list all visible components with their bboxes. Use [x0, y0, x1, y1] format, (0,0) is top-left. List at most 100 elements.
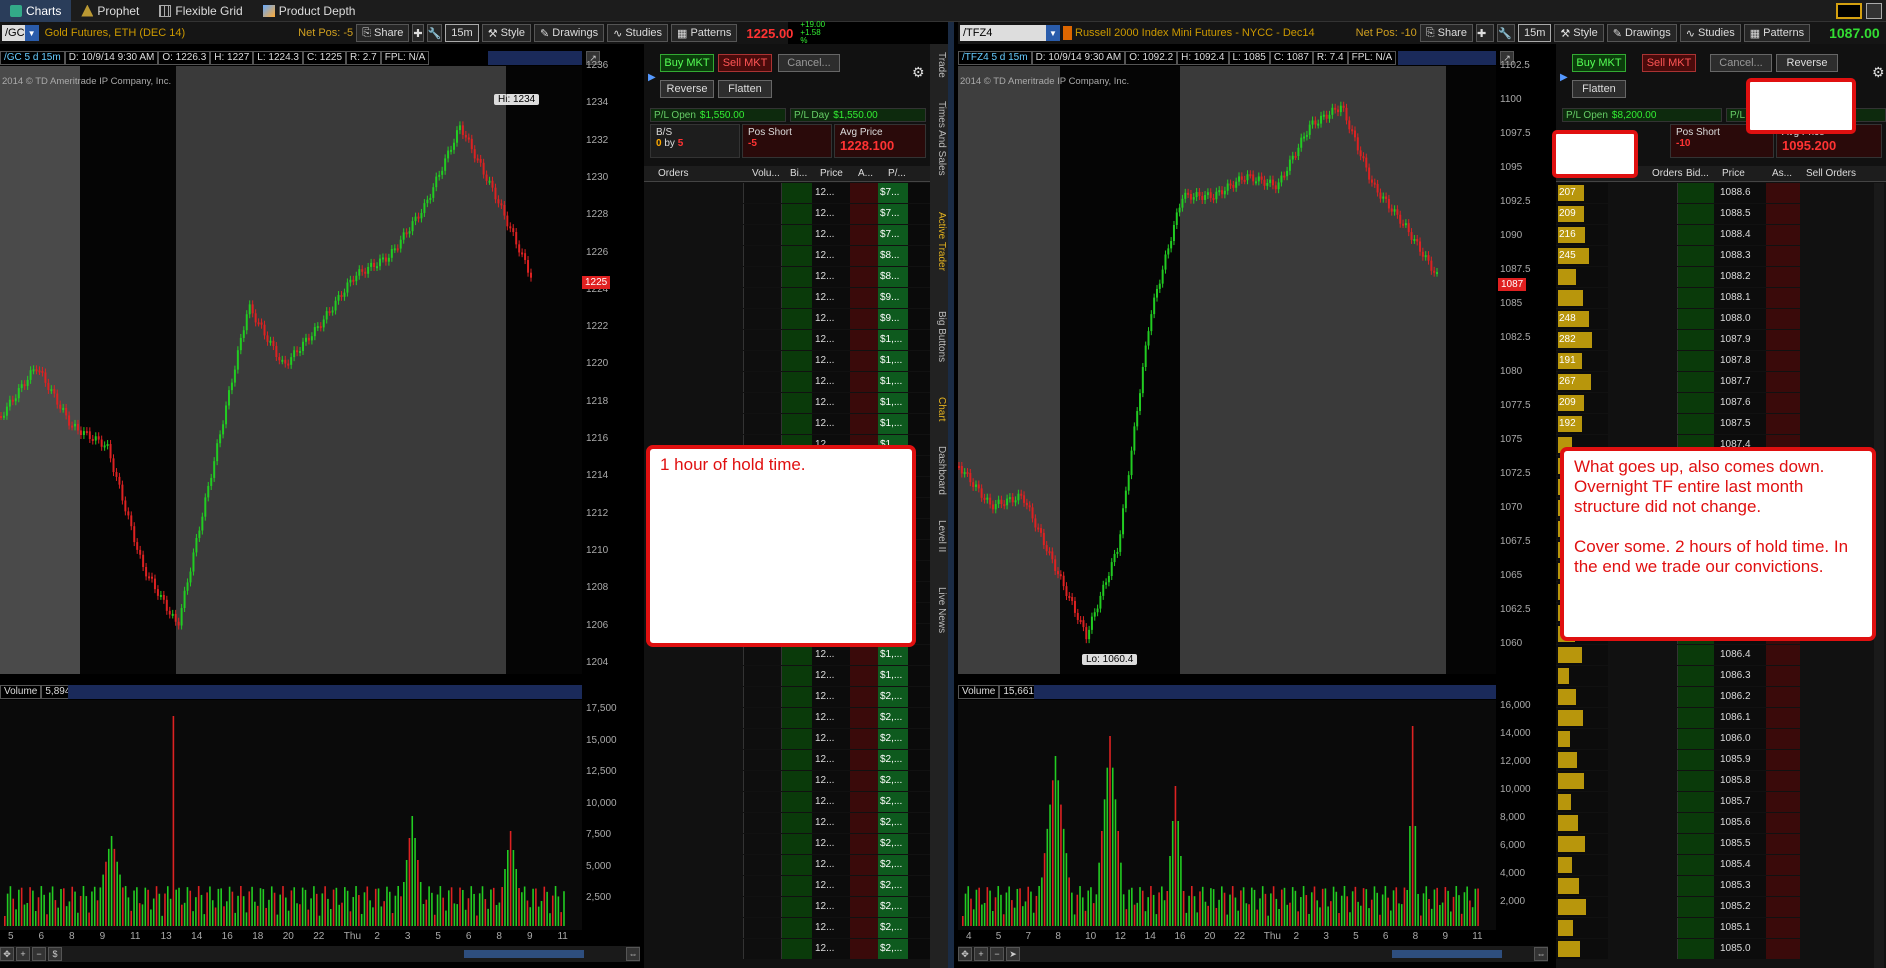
ladder-row[interactable]: 1086.0 — [1556, 729, 1872, 750]
ladder-row[interactable]: 1088.2 — [1556, 267, 1872, 288]
ladder-row[interactable]: 1086.1 — [1556, 708, 1872, 729]
sell-orders-cell[interactable] — [1800, 834, 1872, 854]
ask-cell[interactable] — [850, 204, 878, 224]
ask-cell[interactable] — [1766, 687, 1800, 707]
ask-cell[interactable] — [1766, 267, 1800, 287]
left-interval-button[interactable]: 15m — [445, 24, 479, 42]
right-style-button[interactable]: ⚒ Style — [1554, 24, 1604, 42]
sell-orders-cell[interactable] — [1800, 792, 1872, 812]
ladder-row[interactable]: 12... $2,... — [644, 918, 930, 939]
bid-cell[interactable] — [782, 414, 812, 434]
bid-cell[interactable] — [782, 645, 812, 665]
orders-cell[interactable] — [644, 288, 744, 308]
orders-cell[interactable] — [644, 687, 744, 707]
ladder-row[interactable]: 1085.1 — [1556, 918, 1872, 939]
bid-cell[interactable] — [782, 687, 812, 707]
ladder-row[interactable]: 12... $2,... — [644, 834, 930, 855]
ask-cell[interactable] — [1766, 876, 1800, 896]
ladder-row[interactable]: 1085.8 — [1556, 771, 1872, 792]
sell-orders-cell[interactable] — [1800, 855, 1872, 875]
orders-cell[interactable] — [1608, 204, 1678, 224]
orders-cell[interactable] — [644, 939, 744, 959]
tab-flexible-grid[interactable]: Flexible Grid — [149, 0, 252, 22]
ask-cell[interactable] — [1766, 855, 1800, 875]
buy-market-button[interactable]: Buy MKT — [660, 54, 714, 72]
ask-cell[interactable] — [1766, 246, 1800, 266]
orders-cell[interactable] — [644, 729, 744, 749]
reverse-button[interactable]: Reverse — [1776, 54, 1838, 72]
ladder-row[interactable]: 12... $1,... — [644, 645, 930, 666]
orders-cell[interactable] — [1608, 183, 1678, 203]
sell-orders-cell[interactable] — [1800, 225, 1872, 245]
orders-cell[interactable] — [644, 372, 744, 392]
ask-cell[interactable] — [1766, 750, 1800, 770]
sell-orders-cell[interactable] — [1800, 729, 1872, 749]
ladder-row[interactable]: 245 1088.3 — [1556, 246, 1872, 267]
collapse-arrow-icon[interactable]: ▶ — [1560, 72, 1568, 83]
vtab-live-news[interactable]: Live News — [931, 587, 947, 633]
bid-cell[interactable] — [782, 708, 812, 728]
bid-cell[interactable] — [1678, 204, 1714, 224]
orders-cell[interactable] — [1608, 918, 1678, 938]
left-drawings-button[interactable]: ✎ Drawings — [534, 24, 605, 42]
ask-cell[interactable] — [850, 267, 878, 287]
ladder-row[interactable]: 1085.4 — [1556, 855, 1872, 876]
ladder-row[interactable]: 209 1087.6 — [1556, 393, 1872, 414]
bid-cell[interactable] — [782, 897, 812, 917]
ladder-row[interactable]: 12... $2,... — [644, 771, 930, 792]
bid-cell[interactable] — [782, 351, 812, 371]
right-interval-button[interactable]: 15m — [1517, 24, 1552, 42]
ask-cell[interactable] — [1766, 393, 1800, 413]
sell-orders-cell[interactable] — [1800, 687, 1872, 707]
ladder-row[interactable]: 12... $2,... — [644, 750, 930, 771]
orders-cell[interactable] — [1608, 687, 1678, 707]
ladder-row[interactable]: 12... $9... — [644, 288, 930, 309]
orders-cell[interactable] — [644, 351, 744, 371]
ladder-row[interactable]: 1085.3 — [1556, 876, 1872, 897]
ask-cell[interactable] — [1766, 834, 1800, 854]
ladder-row[interactable]: 12... $2,... — [644, 813, 930, 834]
right-share-button[interactable]: ⎘ Share — [1419, 24, 1473, 42]
bid-cell[interactable] — [782, 225, 812, 245]
orders-cell[interactable] — [1608, 666, 1678, 686]
bid-cell[interactable] — [1678, 225, 1714, 245]
ladder-row[interactable]: 12... $2,... — [644, 939, 930, 960]
ladder-row[interactable]: 1085.6 — [1556, 813, 1872, 834]
ask-cell[interactable] — [850, 876, 878, 896]
ask-cell[interactable] — [1766, 729, 1800, 749]
right-crosshair-button[interactable]: ✚ — [1475, 24, 1494, 42]
bid-cell[interactable] — [782, 666, 812, 686]
ask-cell[interactable] — [1766, 771, 1800, 791]
bid-cell[interactable] — [1678, 750, 1714, 770]
orders-cell[interactable] — [644, 855, 744, 875]
sell-orders-cell[interactable] — [1800, 393, 1872, 413]
bid-cell[interactable] — [1678, 771, 1714, 791]
bid-cell[interactable] — [782, 834, 812, 854]
ask-cell[interactable] — [1766, 708, 1800, 728]
ask-cell[interactable] — [850, 771, 878, 791]
orders-cell[interactable] — [1608, 351, 1678, 371]
orders-cell[interactable] — [644, 330, 744, 350]
ladder-row[interactable]: 1085.5 — [1556, 834, 1872, 855]
bid-cell[interactable] — [782, 729, 812, 749]
link-icon[interactable] — [1063, 26, 1072, 40]
orders-cell[interactable] — [644, 204, 744, 224]
sell-orders-cell[interactable] — [1800, 414, 1872, 434]
orders-cell[interactable] — [1608, 876, 1678, 896]
orders-cell[interactable] — [1608, 246, 1678, 266]
sell-orders-cell[interactable] — [1800, 750, 1872, 770]
orders-cell[interactable] — [1608, 225, 1678, 245]
ladder-row[interactable]: 12... $1,... — [644, 414, 930, 435]
ladder-row[interactable]: 12... $9... — [644, 309, 930, 330]
ladder-row[interactable]: 12... $1,... — [644, 372, 930, 393]
ask-cell[interactable] — [1766, 309, 1800, 329]
cancel-orders-button[interactable]: Cancel... — [778, 54, 840, 72]
ladder-row[interactable]: 12... $1,... — [644, 393, 930, 414]
sell-orders-cell[interactable] — [1800, 939, 1872, 959]
bid-cell[interactable] — [782, 183, 812, 203]
ladder-row[interactable]: 12... $1,... — [644, 666, 930, 687]
ask-cell[interactable] — [850, 225, 878, 245]
sell-orders-cell[interactable] — [1800, 309, 1872, 329]
bid-cell[interactable] — [1678, 918, 1714, 938]
bid-cell[interactable] — [782, 246, 812, 266]
